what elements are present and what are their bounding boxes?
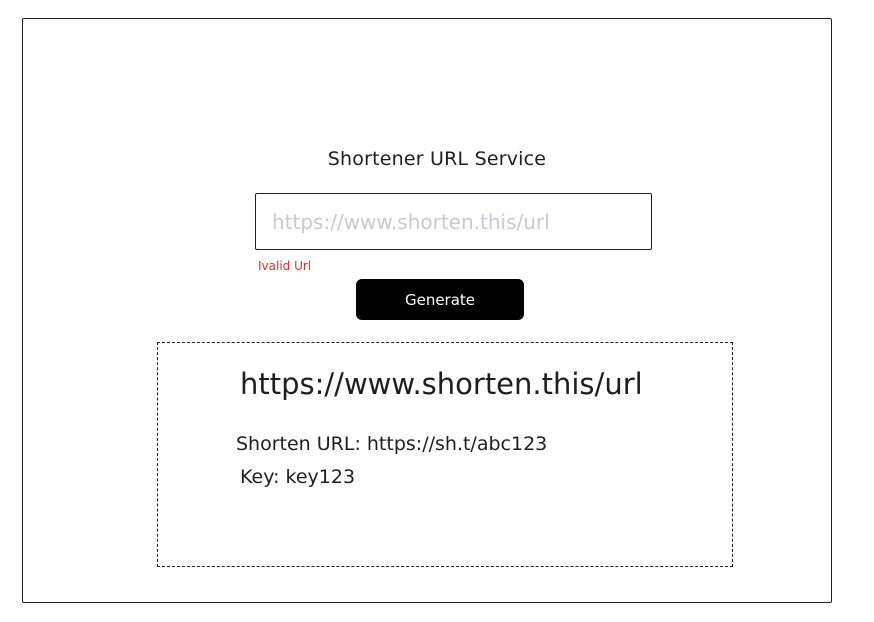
original-url-text: https://www.shorten.this/url <box>240 367 643 401</box>
generate-button[interactable]: Generate <box>356 279 524 320</box>
result-panel: https://www.shorten.this/url Shorten URL… <box>157 342 733 567</box>
short-url-text: Shorten URL: https://sh.t/abc123 <box>236 433 548 455</box>
url-input[interactable] <box>255 193 652 250</box>
key-text: Key: key123 <box>240 466 356 488</box>
error-message: Ivalid Url <box>258 259 312 273</box>
page-title: Shortener URL Service <box>327 148 547 170</box>
